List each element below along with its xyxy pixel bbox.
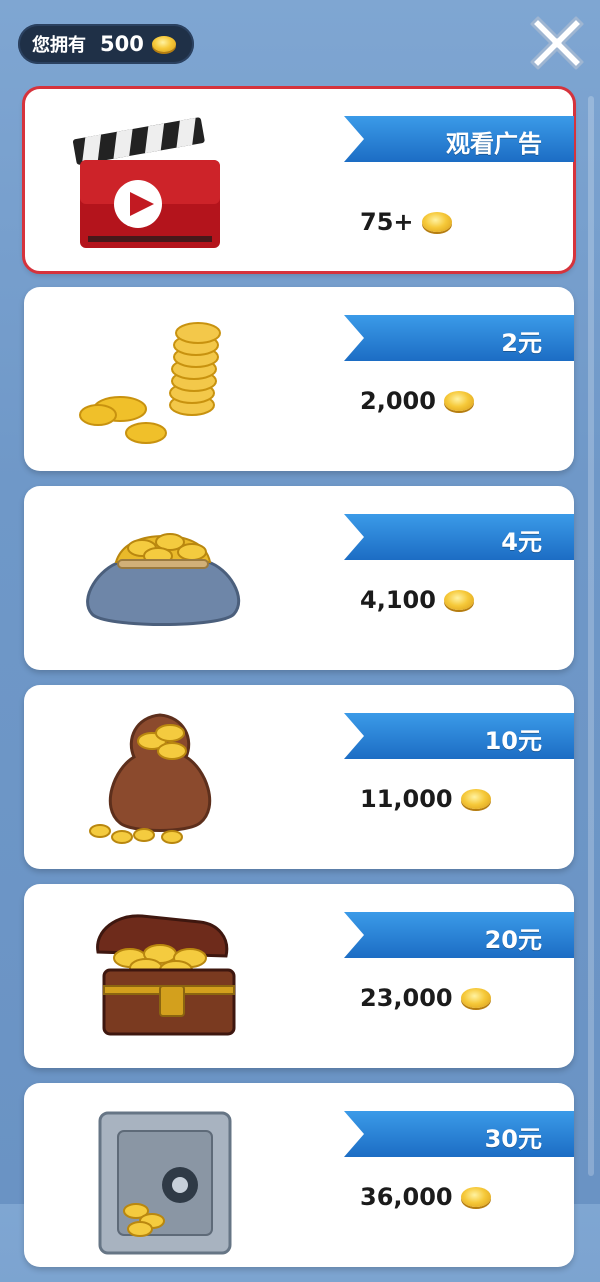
- price-label: 2元: [501, 329, 542, 357]
- top-bar: 您拥有 500: [0, 0, 600, 84]
- shop-list: 观看广告 75+ 2元 2,000 4元 4,100 10元 11,000 20…: [22, 86, 576, 1282]
- reward-amount: 2,000: [360, 387, 474, 415]
- coin-icon: [443, 391, 474, 411]
- price-ribbon: 2元: [344, 315, 574, 361]
- price-ribbon: 30元: [344, 1111, 574, 1157]
- price-ribbon: 观看广告: [344, 116, 574, 162]
- balance-label: 您拥有: [32, 35, 86, 56]
- shop-item-20-yuan[interactable]: 20元 23,000: [24, 884, 574, 1068]
- safe-icon: [60, 1093, 260, 1257]
- price-ribbon: 10元: [344, 713, 574, 759]
- treasure-chest-icon: [60, 894, 260, 1058]
- coin-icon: [443, 590, 474, 610]
- coin-icon: [151, 36, 176, 52]
- reward-value: 23,000: [360, 984, 453, 1012]
- reward-value: 36,000: [360, 1183, 453, 1211]
- reward-amount: 36,000: [360, 1183, 491, 1211]
- shop-item-4-yuan[interactable]: 4元 4,100: [24, 486, 574, 670]
- close-button[interactable]: [526, 12, 588, 74]
- coin-icon: [460, 789, 491, 809]
- shop-item-watch-ad[interactable]: 观看广告 75+: [22, 86, 576, 274]
- coin-purse-icon: [60, 496, 260, 660]
- coin-icon: [460, 988, 491, 1008]
- price-label: 4元: [501, 528, 542, 556]
- reward-amount: 4,100: [360, 586, 474, 614]
- reward-value: 4,100: [360, 586, 436, 614]
- balance-value: 500: [100, 32, 144, 56]
- reward-value: 75+: [360, 208, 414, 236]
- reward-amount: 75+: [360, 208, 452, 236]
- coin-balance: 您拥有 500: [18, 24, 194, 64]
- reward-value: 11,000: [360, 785, 453, 813]
- price-label: 20元: [484, 926, 542, 954]
- reward-amount: 23,000: [360, 984, 491, 1012]
- reward-amount: 11,000: [360, 785, 491, 813]
- scrollbar[interactable]: [588, 96, 594, 1176]
- price-ribbon: 20元: [344, 912, 574, 958]
- price-label: 30元: [484, 1125, 542, 1153]
- reward-value: 2,000: [360, 387, 436, 415]
- coin-icon: [421, 212, 452, 232]
- price-ribbon: 4元: [344, 514, 574, 560]
- price-label: 观看广告: [446, 130, 542, 158]
- coin-stack-icon: [60, 297, 260, 461]
- video-clapperboard-icon: [60, 98, 260, 262]
- coin-icon: [460, 1187, 491, 1207]
- coin-sack-icon: [60, 695, 260, 859]
- shop-item-10-yuan[interactable]: 10元 11,000: [24, 685, 574, 869]
- close-icon: [530, 16, 584, 70]
- shop-item-2-yuan[interactable]: 2元 2,000: [24, 287, 574, 471]
- shop-item-30-yuan[interactable]: 30元 36,000: [24, 1083, 574, 1267]
- price-label: 10元: [484, 727, 542, 755]
